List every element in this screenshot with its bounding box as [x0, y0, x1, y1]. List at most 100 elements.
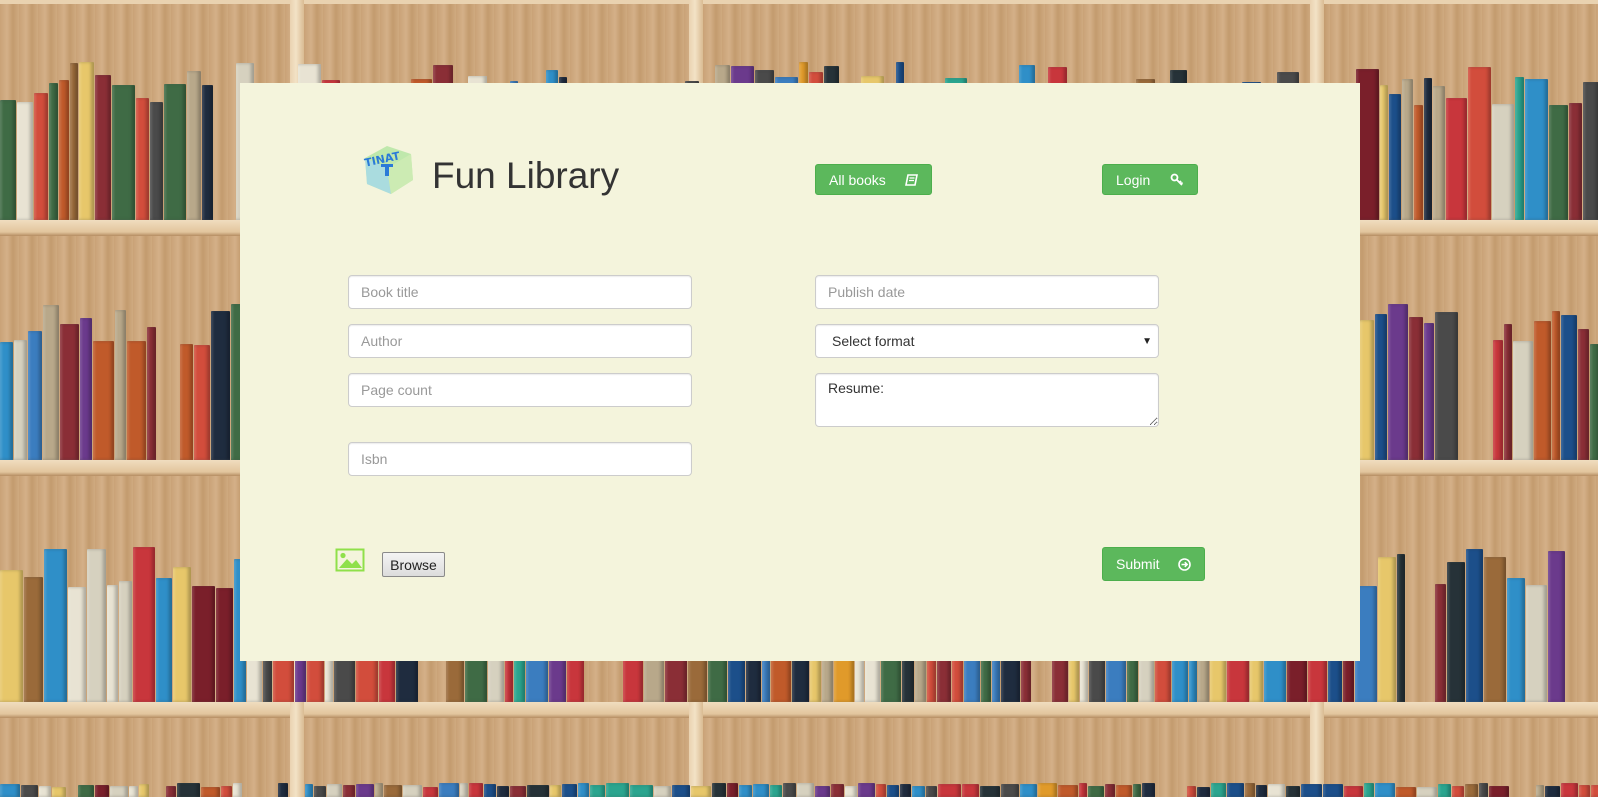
book-spine — [21, 785, 38, 797]
book-spine — [1513, 341, 1533, 460]
book-spine — [1245, 783, 1255, 797]
book-spine — [980, 786, 1000, 797]
book-spine — [1561, 315, 1577, 460]
book-spine — [1409, 317, 1423, 460]
book-spine — [1433, 86, 1445, 220]
book-spine — [129, 786, 138, 797]
book-spine — [712, 783, 726, 797]
login-label: Login — [1116, 171, 1151, 188]
book-spine — [753, 784, 769, 797]
book-spine — [107, 585, 118, 702]
book-spine — [1435, 312, 1458, 460]
book-spine — [1402, 79, 1413, 220]
book-spine — [845, 786, 857, 797]
book-spine — [147, 327, 156, 460]
book-spine — [1578, 329, 1589, 460]
book-spine — [962, 784, 979, 797]
book-spine — [87, 549, 106, 702]
book-spine — [1536, 785, 1544, 797]
page-count-input[interactable] — [348, 373, 692, 407]
book-spine — [95, 785, 109, 797]
book-spine — [1583, 82, 1598, 220]
book-spine — [34, 93, 48, 220]
book-spine — [194, 345, 210, 460]
book-spine — [180, 344, 193, 460]
book-spine — [1360, 320, 1374, 460]
book-spine — [1133, 784, 1141, 797]
book-spine — [578, 783, 589, 797]
publish-date-input[interactable] — [815, 275, 1159, 309]
book-spine — [1088, 786, 1104, 797]
author-input[interactable] — [348, 324, 692, 358]
book-spine — [1465, 784, 1478, 797]
picture-icon[interactable] — [335, 548, 365, 572]
book-spine — [221, 786, 232, 797]
isbn-input[interactable] — [348, 442, 692, 476]
arrow-circle-right-icon — [1178, 557, 1191, 571]
book-spine — [938, 784, 961, 797]
book-spine — [156, 578, 172, 702]
book-spine — [1286, 786, 1300, 797]
book-spine — [1492, 104, 1514, 220]
book-spine — [278, 783, 288, 797]
book-spine — [1479, 783, 1488, 797]
book-spine — [1414, 105, 1423, 220]
book-spine — [739, 785, 752, 797]
book-spine — [44, 549, 67, 702]
book-spine — [1526, 585, 1547, 702]
book-spine — [691, 786, 711, 797]
all-books-button[interactable]: All books — [815, 164, 932, 195]
book-spine — [858, 783, 875, 797]
book-spine — [1438, 784, 1451, 797]
page-title: Fun Library — [432, 155, 620, 196]
book-spine — [797, 783, 814, 797]
book-spine — [49, 83, 58, 220]
book-spine — [211, 311, 230, 460]
book-spine — [1424, 78, 1432, 220]
book-spine — [1591, 785, 1598, 797]
book-spine — [1116, 785, 1132, 797]
book-spine — [1561, 783, 1578, 797]
book-spine — [177, 783, 200, 797]
book-spine — [1534, 321, 1551, 460]
book-spine — [900, 784, 911, 797]
book-spine — [1548, 551, 1565, 702]
book-spine — [672, 785, 690, 797]
book-spine — [887, 785, 899, 797]
book-spine — [770, 785, 782, 797]
format-select[interactable]: Select format ▼ — [815, 324, 1159, 358]
book-spine — [1364, 783, 1374, 797]
book-spine — [1079, 783, 1087, 797]
book-spine — [115, 310, 126, 460]
book-spine — [1038, 783, 1057, 797]
book-spine — [187, 71, 201, 220]
login-button[interactable]: Login — [1102, 164, 1198, 195]
book-spine — [14, 340, 27, 460]
book-spine — [1435, 584, 1446, 702]
book-spine — [1187, 786, 1196, 797]
book-spine — [343, 785, 355, 797]
book-spine — [1344, 786, 1363, 797]
book-spine — [831, 784, 844, 797]
resume-textarea[interactable]: Resume: — [815, 373, 1159, 427]
book-spine — [1058, 785, 1078, 797]
book-spine — [469, 783, 483, 797]
book-spine — [93, 341, 114, 460]
book-spine — [1493, 340, 1503, 460]
book-spine — [1268, 784, 1285, 797]
book-spine — [1105, 784, 1115, 797]
book-spine — [1375, 314, 1387, 460]
book-spine — [43, 305, 59, 460]
book-title-input[interactable] — [348, 275, 692, 309]
submit-button[interactable]: Submit — [1102, 547, 1205, 581]
book-spine — [1380, 85, 1388, 220]
book-spine — [550, 785, 561, 797]
book-spine — [192, 586, 215, 702]
browse-button[interactable]: Browse — [382, 552, 445, 577]
book-spine — [1256, 785, 1267, 797]
book-spine — [0, 784, 20, 797]
book-spine — [1504, 324, 1512, 460]
book-spine — [1375, 783, 1395, 797]
book-spine — [727, 783, 738, 797]
book-spine — [24, 577, 43, 702]
